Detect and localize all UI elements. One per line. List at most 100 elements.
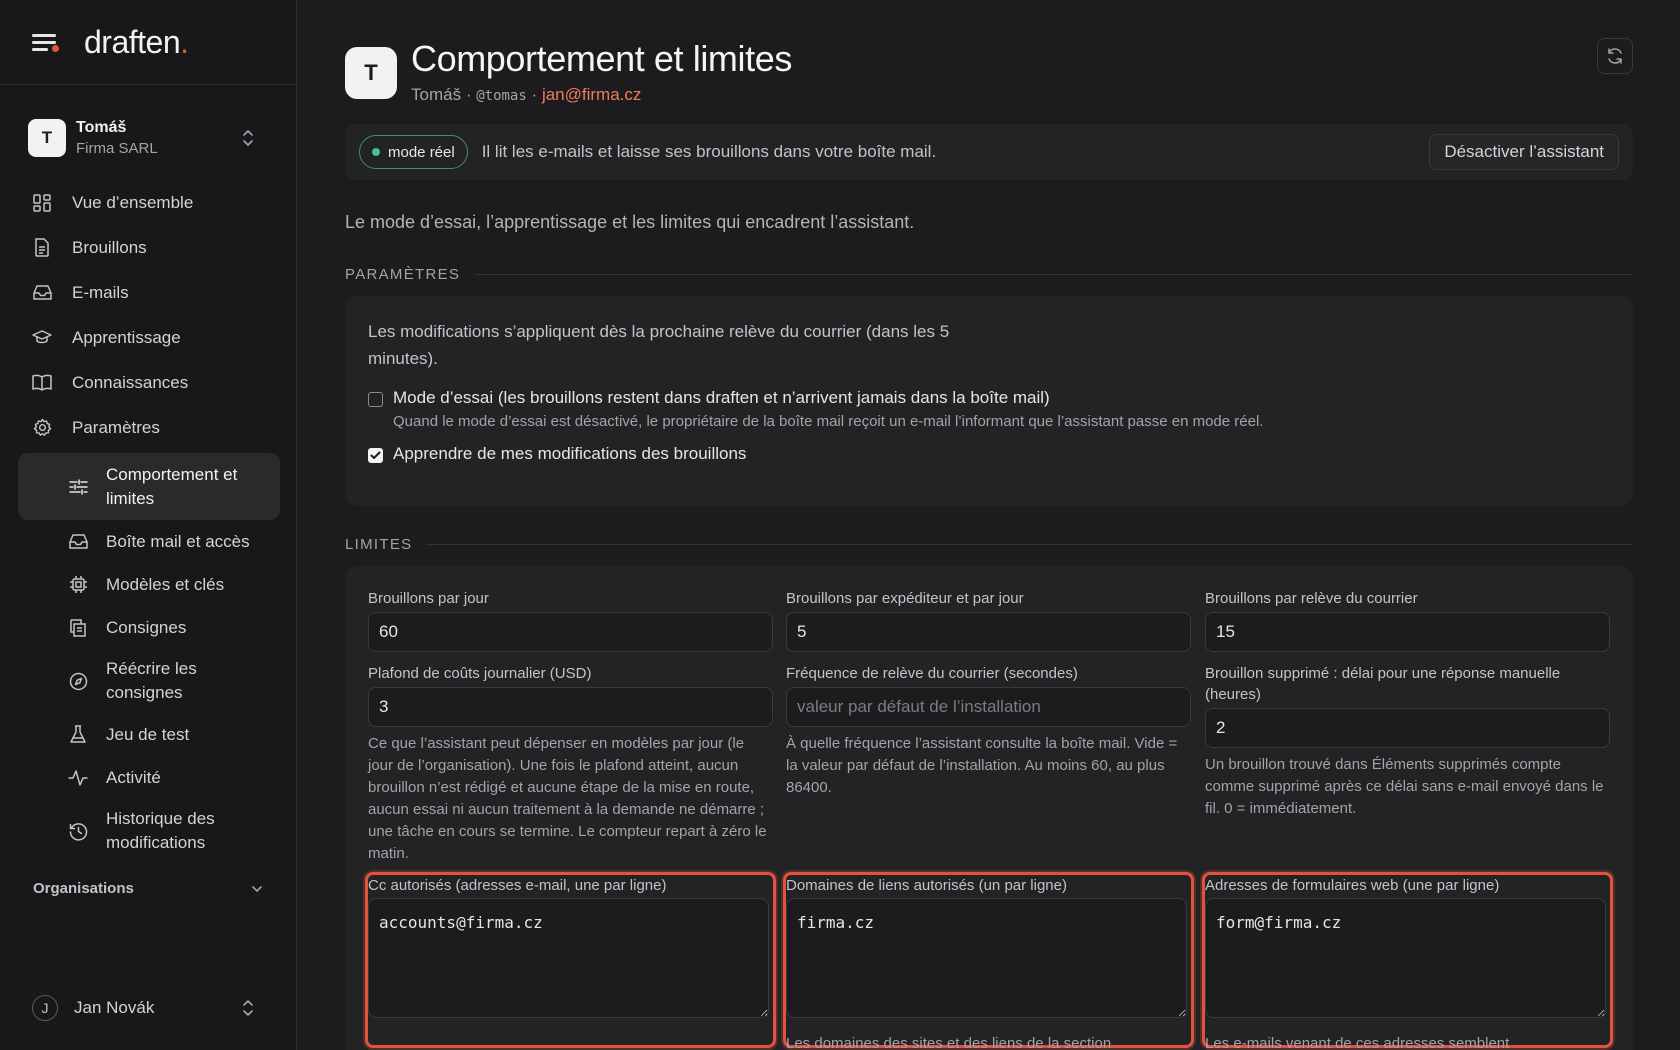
nav-item-drafts[interactable]: Brouillons [18,225,280,270]
assistant-status-bar: mode réel Il lit les e-mails et laisse s… [345,124,1633,180]
drafts-per-sender-input[interactable] [786,612,1191,652]
chevron-updown-icon [243,1000,253,1016]
cc-allowed-textarea[interactable]: accounts@firma.cz [368,898,769,1018]
user-menu[interactable]: J Jan Novák [18,990,278,1026]
main-content: T Comportement et limites Tomáš · @tomas… [297,0,1680,1050]
deleted-draft-delay-input[interactable] [1205,708,1610,748]
drafts-per-sender-field: Brouillons par expéditeur et par jour [786,588,1191,652]
book-icon [32,373,52,393]
trial-mode-label: Mode d’essai (les brouillons restent dan… [393,388,1050,407]
web-forms-field: Adresses de formulaires web (une par lig… [1205,875,1610,1050]
trial-mode-checkbox[interactable] [368,392,383,407]
graduation-cap-icon [32,328,52,348]
subnav-item-instructions[interactable]: Consignes [18,606,280,649]
dashboard-icon [32,193,52,213]
account-switcher[interactable]: T Tomáš Firma SARL [18,104,278,172]
settings-subnav: Comportement et limites Boîte mail et ac… [18,453,280,863]
field-label: Brouillons par relève du courrier [1205,590,1418,607]
section-heading-limits: LIMITES [345,536,1633,553]
chevron-down-icon [252,885,262,892]
learn-row: Apprendre de mes modifications des broui… [368,444,1610,464]
chip-icon [68,575,88,595]
web-forms-textarea[interactable]: form@firma.cz [1205,898,1606,1018]
flask-icon [68,725,88,745]
avatar: J [32,995,58,1021]
avatar: T [28,119,66,157]
nav-item-overview[interactable]: Vue d’ensemble [18,180,280,225]
checkmark-icon [370,451,381,459]
field-label: Cc autorisés (adresses e-mail, une par l… [368,877,667,894]
subnav-item-behaviour-limits[interactable]: Comportement et limites [18,453,280,520]
field-label: Brouillons par jour [368,590,489,607]
trial-mode-help: Quand le mode d’essai est désactivé, le … [393,413,1264,430]
subnav-item-test-set[interactable]: Jeu de test [18,713,280,756]
status-dot-icon [372,148,380,156]
sidebar: draften. T Tomáš Firma SARL Vue d’ensemb… [0,0,297,1050]
brand-logo[interactable]: draften. [84,24,189,61]
params-card: Les modifications s’appliquent dès la pr… [345,296,1633,506]
chevron-updown-icon [243,130,253,146]
learn-checkbox[interactable] [368,448,383,463]
deleted-draft-delay-field: Brouillon supprimé : délai pour une répo… [1205,663,1610,820]
history-icon [68,821,88,841]
account-org: Firma SARL [76,140,158,157]
nav-item-knowledge[interactable]: Connaissances [18,360,280,405]
nav-item-settings[interactable]: Paramètres [18,405,280,450]
status-badge: mode réel [359,135,468,169]
refresh-button[interactable] [1597,38,1633,74]
gear-icon [32,418,52,438]
fetch-frequency-help: À quelle fréquence l’assistant consulte … [786,735,1178,796]
document-icon [32,238,52,258]
inbox-icon [32,283,52,303]
subnav-item-change-history[interactable]: Historique des modifications [18,799,280,863]
organisations-toggle[interactable]: Organisations [33,880,263,897]
nav-item-learning[interactable]: Apprentissage [18,315,280,360]
fetch-frequency-field: Fréquence de relève du courrier (seconde… [786,663,1191,799]
user-handle: @tomas [476,88,527,104]
web-forms-help: Les e-mails venant de ces adresses sembl… [1205,1035,1510,1050]
page-title: Comportement et limites [411,38,792,79]
page-subtitle: Tomáš · @tomas · jan@firma.cz [411,85,642,104]
avatar: T [345,47,397,99]
main-nav: Vue d’ensemble Brouillons E-mails Appren… [18,180,280,863]
drafts-per-fetch-input[interactable] [1205,612,1610,652]
field-label: Brouillons par expéditeur et par jour [786,590,1024,607]
nav-item-emails[interactable]: E-mails [18,270,280,315]
link-domains-help: Les domaines des sites et des liens de l… [786,1035,1112,1050]
subnav-item-mailbox-access[interactable]: Boîte mail et accès [18,520,280,563]
user-name: Jan Novák [74,998,155,1017]
disable-assistant-button[interactable]: Désactiver l’assistant [1429,134,1619,170]
field-label: Adresses de formulaires web (une par lig… [1205,877,1500,894]
trial-mode-row: Mode d’essai (les brouillons restent dan… [368,388,1610,430]
user-email[interactable]: jan@firma.cz [542,85,641,104]
activity-icon [68,768,88,788]
field-label: Plafond de coûts journalier (USD) [368,665,592,682]
fetch-frequency-input[interactable] [786,687,1191,727]
drafts-per-day-field: Brouillons par jour [368,588,773,652]
field-label: Brouillon supprimé : délai pour une répo… [1205,665,1561,703]
compass-icon [68,671,88,691]
inbox-icon [68,532,88,552]
link-domains-textarea[interactable]: firma.cz [786,898,1187,1018]
subnav-item-activity[interactable]: Activité [18,756,280,799]
cost-cap-help: Ce que l’assistant peut dépenser en modè… [368,735,767,862]
menu-icon[interactable] [32,32,59,52]
cost-cap-input[interactable] [368,687,773,727]
subnav-item-models-keys[interactable]: Modèles et clés [18,563,280,606]
account-name: Tomáš [76,119,127,136]
cost-cap-field: Plafond de coûts journalier (USD) Ce que… [368,663,773,865]
page-intro: Le mode d’essai, l’apprentissage et les … [345,212,915,232]
list-icon [68,618,88,638]
cc-allowed-field: Cc autorisés (adresses e-mail, une par l… [368,875,773,1023]
sliders-icon [68,477,88,497]
drafts-per-day-input[interactable] [368,612,773,652]
field-label: Domaines de liens autorisés (un par lign… [786,877,1067,894]
subnav-item-rewrite-instructions[interactable]: Réécrire les consignes [18,649,280,713]
field-label: Fréquence de relève du courrier (seconde… [786,665,1078,682]
learn-label: Apprendre de mes modifications des broui… [393,444,747,463]
params-note: Les modifications s’appliquent dès la pr… [368,322,950,368]
section-heading-params: PARAMÈTRES [345,266,1633,283]
deleted-draft-delay-help: Un brouillon trouvé dans Éléments suppri… [1205,756,1604,817]
drafts-per-fetch-field: Brouillons par relève du courrier [1205,588,1610,652]
refresh-icon [1608,48,1622,64]
